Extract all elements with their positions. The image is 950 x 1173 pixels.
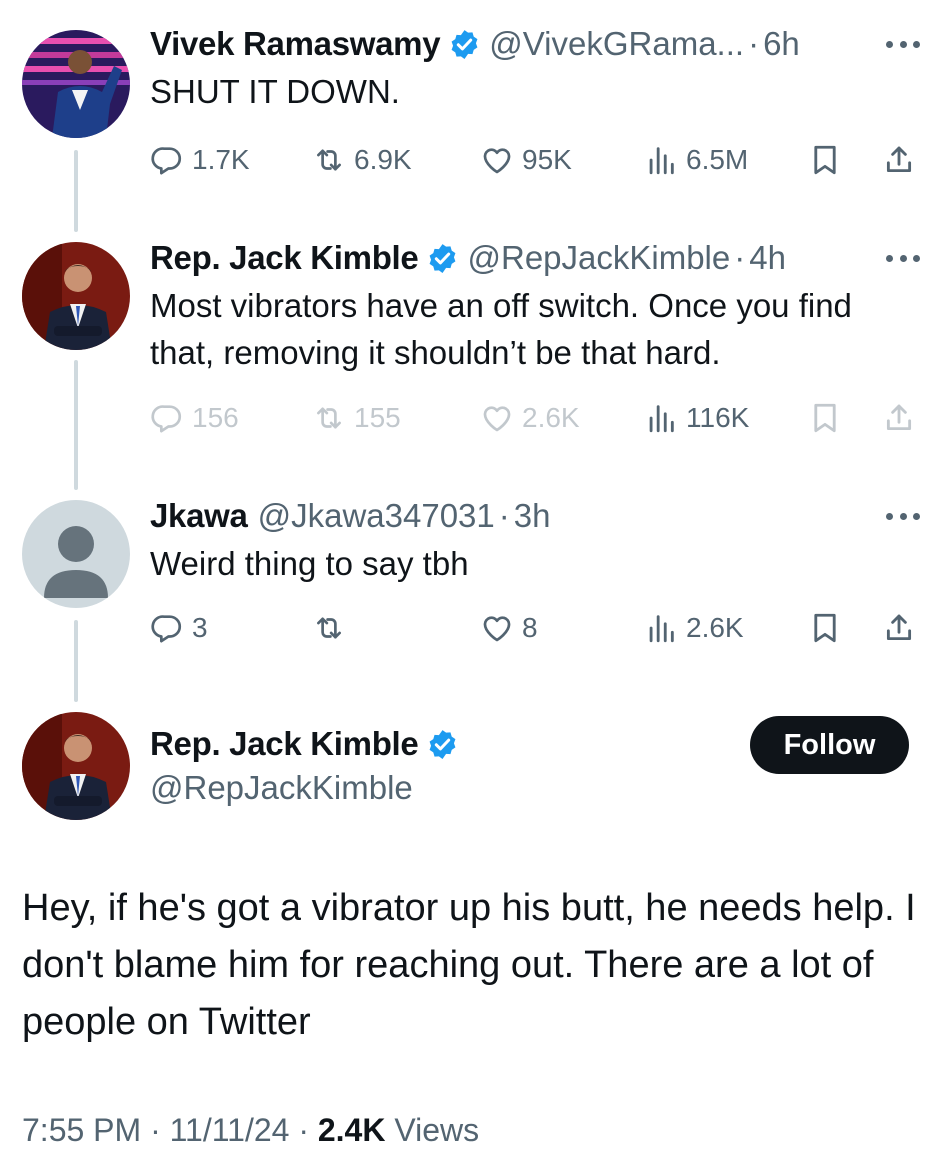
views-count: 2.4K bbox=[317, 1112, 386, 1148]
tweet-actions: 3 8 2.6K bbox=[150, 608, 920, 648]
separator: · bbox=[298, 1112, 309, 1148]
tweet-header: Jkawa @Jkawa347031 · 3h bbox=[150, 494, 920, 538]
timestamp[interactable]: 4h bbox=[749, 239, 786, 277]
tweet-header: Vivek Ramaswamy @VivekGRama... · 6h bbox=[150, 22, 920, 66]
retweet-icon bbox=[312, 401, 346, 435]
retweet-count: 155 bbox=[354, 402, 401, 433]
tweet-time[interactable]: 7:55 PM bbox=[22, 1112, 141, 1148]
tweet-actions: 156 155 2.6K 116K bbox=[150, 398, 920, 438]
timestamp[interactable]: 3h bbox=[514, 497, 551, 535]
timestamp[interactable]: 6h bbox=[763, 25, 800, 63]
views-icon bbox=[644, 401, 678, 435]
views-count: 116K bbox=[686, 402, 750, 433]
share-button[interactable] bbox=[882, 608, 924, 648]
avatar[interactable] bbox=[22, 500, 130, 608]
tweet-date[interactable]: 11/11/24 bbox=[170, 1112, 290, 1148]
separator: · bbox=[150, 1112, 161, 1148]
reply-count: 3 bbox=[192, 612, 208, 643]
retweet-icon bbox=[312, 143, 346, 177]
separator: · bbox=[748, 25, 760, 62]
reply-button[interactable]: 3 bbox=[150, 608, 208, 648]
like-button[interactable]: 95K bbox=[480, 140, 572, 180]
verified-badge-icon bbox=[448, 28, 481, 61]
tweet-actions: 1.7K 6.9K 95K 6.5M bbox=[150, 140, 920, 180]
tweet-meta: 7:55 PM · 11/11/24 · 2.4K Views bbox=[22, 1112, 479, 1149]
like-icon bbox=[480, 611, 514, 645]
views-count: 2.6K bbox=[686, 612, 744, 643]
views-label: Views bbox=[394, 1112, 480, 1148]
tweet-text: Most vibrators have an off switch. Once … bbox=[150, 287, 852, 371]
more-icon[interactable] bbox=[886, 236, 920, 280]
reply-count: 156 bbox=[192, 402, 239, 433]
tweet[interactable]: Jkawa @Jkawa347031 · 3h Weird thing to s… bbox=[150, 494, 920, 643]
bookmark-button[interactable] bbox=[808, 608, 850, 648]
retweet-button[interactable]: 6.9K bbox=[312, 140, 412, 180]
views-icon bbox=[644, 143, 678, 177]
views-button[interactable]: 6.5M bbox=[644, 140, 748, 180]
display-name[interactable]: Vivek Ramaswamy bbox=[150, 25, 441, 63]
display-name[interactable]: Rep. Jack Kimble bbox=[150, 725, 419, 763]
main-tweet-text: Hey, if he's got a vibrator up his butt,… bbox=[22, 887, 916, 1043]
like-button[interactable]: 8 bbox=[480, 608, 538, 648]
tweet[interactable]: Rep. Jack Kimble @RepJackKimble · 4h Mos… bbox=[150, 236, 920, 433]
like-button[interactable]: 2.6K bbox=[480, 398, 580, 438]
reply-count: 1.7K bbox=[192, 144, 250, 175]
avatar[interactable] bbox=[22, 30, 130, 138]
display-name[interactable]: Jkawa bbox=[150, 497, 248, 535]
separator: · bbox=[498, 497, 510, 534]
share-icon bbox=[882, 611, 916, 645]
like-count: 2.6K bbox=[522, 402, 580, 433]
retweet-count: 6.9K bbox=[354, 144, 412, 175]
like-count: 95K bbox=[522, 144, 572, 175]
verified-badge-icon bbox=[426, 728, 459, 761]
like-icon bbox=[480, 401, 514, 435]
views-button[interactable]: 116K bbox=[644, 398, 749, 438]
like-icon bbox=[480, 143, 514, 177]
thread-line bbox=[74, 150, 78, 232]
more-icon[interactable] bbox=[886, 22, 920, 66]
share-icon bbox=[882, 143, 916, 177]
views-icon bbox=[644, 611, 678, 645]
handle[interactable]: @VivekGRama... bbox=[489, 25, 744, 63]
tweet-text: Weird thing to say tbh bbox=[150, 545, 469, 582]
retweet-button[interactable] bbox=[312, 608, 354, 648]
bookmark-icon bbox=[808, 401, 842, 435]
bookmark-button[interactable] bbox=[808, 140, 850, 180]
share-button[interactable] bbox=[882, 140, 924, 180]
share-button[interactable] bbox=[882, 398, 924, 438]
like-count: 8 bbox=[522, 612, 538, 643]
display-name[interactable]: Rep. Jack Kimble bbox=[150, 239, 419, 277]
handle[interactable]: @Jkawa347031 bbox=[258, 497, 495, 535]
views-button[interactable]: 2.6K bbox=[644, 608, 744, 648]
follow-button[interactable]: Follow bbox=[750, 716, 909, 774]
tweet[interactable]: Vivek Ramaswamy @VivekGRama... · 6h SHUT… bbox=[150, 22, 920, 175]
avatar[interactable] bbox=[22, 712, 130, 820]
verified-badge-icon bbox=[426, 242, 459, 275]
reply-icon bbox=[150, 143, 184, 177]
share-icon bbox=[882, 401, 916, 435]
separator: · bbox=[734, 239, 746, 276]
tweet-text: SHUT IT DOWN. bbox=[150, 73, 400, 110]
more-icon[interactable] bbox=[886, 494, 920, 538]
handle[interactable]: @RepJackKimble bbox=[467, 239, 730, 277]
bookmark-icon bbox=[808, 611, 842, 645]
reply-button[interactable]: 1.7K bbox=[150, 140, 250, 180]
thread-line bbox=[74, 620, 78, 702]
views-count: 6.5M bbox=[686, 144, 749, 175]
bookmark-button[interactable] bbox=[808, 398, 850, 438]
tweet-header: Rep. Jack Kimble @RepJackKimble · 4h bbox=[150, 236, 920, 280]
retweet-button[interactable]: 155 bbox=[312, 398, 401, 438]
reply-icon bbox=[150, 611, 184, 645]
reply-icon bbox=[150, 401, 184, 435]
bookmark-icon bbox=[808, 143, 842, 177]
reply-button[interactable]: 156 bbox=[150, 398, 239, 438]
retweet-icon bbox=[312, 611, 346, 645]
avatar[interactable] bbox=[22, 242, 130, 350]
thread-line bbox=[74, 360, 78, 490]
